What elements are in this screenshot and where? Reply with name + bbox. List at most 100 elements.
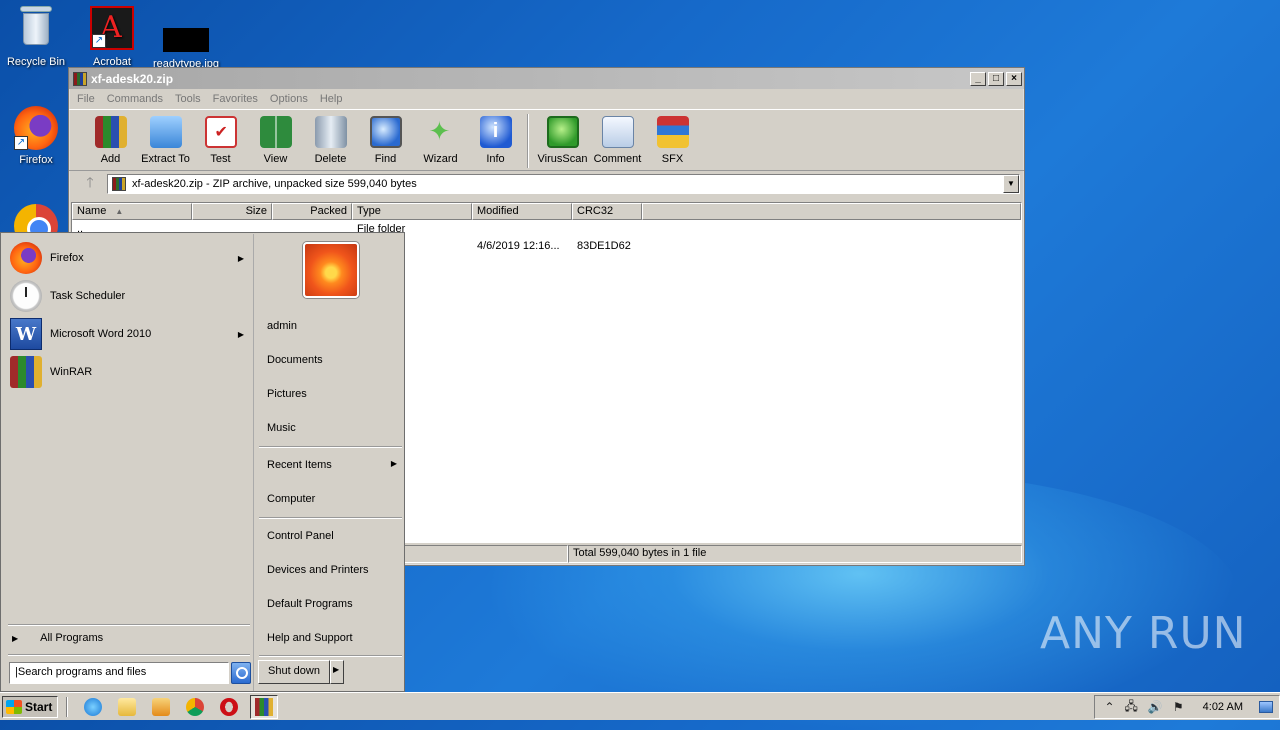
divider [259, 517, 402, 519]
minimize-button[interactable]: _ [970, 71, 986, 86]
toolbar: Add Extract To Test View Delete Find Wiz… [69, 109, 1024, 171]
wizard-button[interactable]: Wizard [413, 114, 468, 165]
firefox-icon: ↗ [14, 106, 58, 150]
start-link-help-support[interactable]: Help and Support [267, 632, 397, 644]
info-button[interactable]: i Info [468, 114, 523, 165]
start-item-label: WinRAR [50, 366, 93, 378]
watermark-text: ANY RUN [1040, 608, 1247, 659]
network-icon[interactable]: 🖧 [1125, 697, 1138, 718]
show-desktop-button[interactable] [1259, 701, 1273, 713]
up-folder-button[interactable]: 🡑 [73, 172, 107, 196]
column-type[interactable]: Type [352, 203, 472, 220]
search-icon[interactable] [231, 662, 251, 684]
show-hidden-icons-icon[interactable]: ⌃ [1104, 700, 1114, 714]
media-player-icon[interactable] [152, 697, 171, 716]
menu-commands[interactable]: Commands [101, 93, 169, 105]
tool-label: Comment [593, 153, 642, 165]
maximize-button[interactable]: □ [988, 71, 1004, 86]
shutdown-options-button[interactable]: ▶ [329, 660, 344, 684]
start-link-computer[interactable]: Computer [267, 493, 397, 505]
all-programs-label: All Programs [40, 632, 104, 644]
delete-button[interactable]: Delete [303, 114, 358, 165]
add-button[interactable]: Add [83, 114, 138, 165]
close-button[interactable]: × [1006, 71, 1022, 86]
column-name[interactable]: Name ▲ [72, 203, 192, 220]
menu-tools[interactable]: Tools [169, 93, 207, 105]
submenu-arrow-icon: ▶ [390, 459, 397, 468]
divider [259, 446, 402, 448]
desktop-icon-acrobat[interactable]: A ↗ Acrobat [76, 6, 148, 68]
link-label: Music [267, 422, 296, 434]
start-link-documents[interactable]: Documents [267, 354, 397, 366]
taskbar: Start ⌃ 🖧 🔊 ⚑ 4:02 AM [0, 692, 1280, 720]
winrar-icon [10, 356, 42, 388]
firefox-icon [10, 242, 42, 274]
start-link-control-panel[interactable]: Control Panel [267, 530, 397, 542]
start-button[interactable]: Start [2, 695, 59, 718]
start-menu-programs-pane: Firefox ▶ Task Scheduler W Microsoft Wor… [2, 234, 254, 691]
extract-to-button[interactable]: Extract To [138, 114, 193, 165]
start-link-music[interactable]: Music [267, 422, 397, 434]
folder-icon[interactable] [118, 697, 137, 716]
internet-explorer-icon[interactable] [84, 697, 103, 716]
avatar[interactable] [303, 242, 359, 298]
desktop-icon-firefox[interactable]: ↗ Firefox [0, 106, 72, 166]
tool-label: Add [100, 153, 121, 165]
menu-help[interactable]: Help [314, 93, 349, 105]
start-link-admin[interactable]: admin [267, 320, 397, 332]
column-crc32[interactable]: CRC32 [572, 203, 642, 220]
volume-icon[interactable]: 🔊 [1148, 700, 1163, 714]
clock[interactable]: 4:02 AM [1203, 701, 1243, 713]
virusscan-button[interactable]: VirusScan [535, 114, 590, 165]
search-input[interactable]: |Search programs and files [9, 662, 229, 684]
address-bar[interactable]: xf-adesk20.zip - ZIP archive, unpacked s… [107, 174, 1020, 194]
image-file-icon [163, 28, 209, 52]
start-item-firefox[interactable]: Firefox ▶ [10, 240, 250, 276]
window-titlebar[interactable]: xf-adesk20.zip _ □ × [69, 68, 1024, 89]
column-modified[interactable]: Modified [472, 203, 572, 220]
start-item-word[interactable]: W Microsoft Word 2010 ▶ [10, 316, 250, 352]
anyrun-watermark: ANY RUN [1040, 608, 1247, 659]
link-label: admin [267, 320, 297, 332]
link-label: Help and Support [267, 632, 353, 644]
add-archive-icon [94, 116, 127, 148]
flag-icon[interactable]: ⚑ [1173, 700, 1184, 714]
column-size[interactable]: Size [192, 203, 272, 220]
desktop-icon-recycle-bin[interactable]: Recycle Bin [0, 6, 72, 68]
tool-label: Wizard [423, 153, 458, 165]
start-item-task-scheduler[interactable]: Task Scheduler [10, 278, 250, 314]
tool-label: View [263, 153, 288, 165]
triangle-right-icon: ▶ [12, 633, 19, 643]
menu-favorites[interactable]: Favorites [207, 93, 264, 105]
comment-button[interactable]: Comment [590, 114, 645, 165]
test-button[interactable]: Test [193, 114, 248, 165]
shutdown-button[interactable]: Shut down [258, 660, 330, 684]
sfx-button[interactable]: SFX [645, 114, 700, 165]
start-item-winrar[interactable]: WinRAR [10, 354, 250, 390]
column-header-row: Name ▲ Size Packed Type Modified CRC32 [72, 203, 1021, 220]
desktop-icon-readytype[interactable]: readytype.jpg [150, 6, 222, 70]
column-packed[interactable]: Packed [272, 203, 352, 220]
view-button[interactable]: View [248, 114, 303, 165]
start-link-recent-items[interactable]: Recent Items ▶ [267, 459, 397, 471]
opera-icon[interactable] [220, 697, 239, 716]
start-link-pictures[interactable]: Pictures [267, 388, 397, 400]
all-programs-button[interactable]: ▶ All Programs [12, 632, 103, 644]
start-menu: Firefox ▶ Task Scheduler W Microsoft Wor… [0, 232, 405, 692]
chevron-down-icon[interactable]: ▼ [1003, 175, 1019, 193]
start-link-devices-printers[interactable]: Devices and Printers [267, 564, 397, 576]
column-label: Name [77, 205, 107, 217]
link-label: Computer [267, 493, 316, 505]
tool-label: VirusScan [537, 153, 588, 165]
menu-file[interactable]: File [71, 93, 101, 105]
desktop-icon-label: Firefox [19, 154, 53, 166]
word-icon: W [10, 318, 42, 350]
menu-options[interactable]: Options [264, 93, 314, 105]
find-button[interactable]: Find [358, 114, 413, 165]
chrome-icon[interactable] [186, 697, 205, 716]
start-link-default-programs[interactable]: Default Programs [267, 598, 397, 610]
taskbar-winrar-button[interactable] [250, 694, 279, 719]
sfx-books-icon [656, 116, 689, 148]
start-item-label: Firefox [50, 252, 84, 264]
taskbar-separator [66, 696, 69, 717]
